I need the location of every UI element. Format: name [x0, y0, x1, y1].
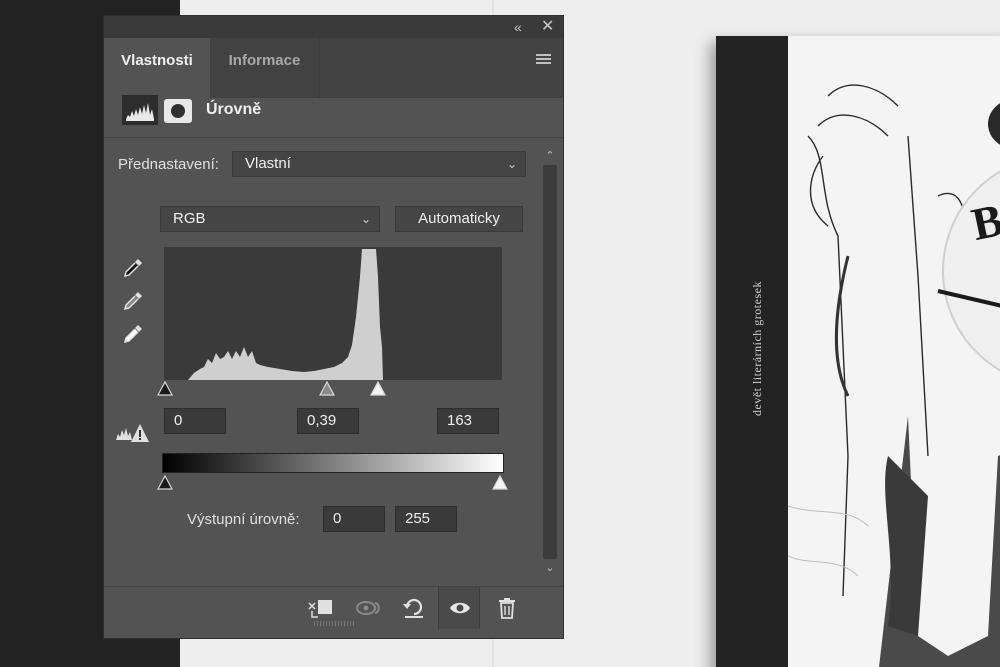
- panel-titlebar[interactable]: « ✕: [104, 16, 563, 38]
- book-cover-illustration: Bab ra: [788, 36, 1000, 667]
- histogram: [164, 247, 502, 380]
- input-black-field[interactable]: 0: [164, 408, 226, 434]
- levels-adjustment-icon[interactable]: [122, 95, 158, 125]
- white-point-eyedropper-icon[interactable]: [121, 322, 145, 346]
- scrollbar-track[interactable]: [543, 165, 557, 559]
- panel-scrollbar[interactable]: ⌃ ⌄: [540, 149, 560, 579]
- book: devět literárních grotesek Bab ra: [716, 36, 1000, 667]
- preset-dropdown[interactable]: Vlastní ⌄: [232, 151, 526, 177]
- black-point-eyedropper-icon[interactable]: [121, 256, 145, 280]
- output-gradient-bar: [162, 453, 504, 473]
- visibility-eye-icon[interactable]: [438, 587, 480, 629]
- layer-mask-icon[interactable]: [164, 99, 192, 123]
- adjustment-header: Úrovně: [104, 92, 563, 138]
- chevron-down-icon: ⌄: [360, 212, 371, 226]
- input-gamma-handle[interactable]: [318, 380, 336, 397]
- properties-panel: « ✕ Vlastnosti Informace Úrovně Přednast…: [103, 15, 564, 639]
- preset-label: Přednastavení:: [118, 156, 219, 173]
- book-spine: devět literárních grotesek: [716, 36, 788, 667]
- output-white-field[interactable]: 255: [395, 506, 457, 532]
- delete-icon[interactable]: [486, 587, 528, 629]
- tab-vlastnosti[interactable]: Vlastnosti: [104, 38, 210, 98]
- panel-tabs: Vlastnosti Informace: [104, 38, 563, 98]
- reset-icon[interactable]: [393, 587, 435, 629]
- collapse-panel-icon[interactable]: «: [514, 18, 522, 36]
- resize-grip[interactable]: [314, 621, 354, 626]
- close-panel-icon[interactable]: ✕: [541, 18, 554, 36]
- auto-button[interactable]: Automaticky: [395, 206, 523, 232]
- channel-value: RGB: [173, 210, 206, 227]
- panel-menu-icon[interactable]: [536, 54, 551, 66]
- gray-point-eyedropper-icon[interactable]: [121, 289, 145, 313]
- output-black-handle[interactable]: [156, 474, 174, 491]
- output-white-handle[interactable]: [491, 474, 509, 491]
- output-black-field[interactable]: 0: [323, 506, 385, 532]
- adjustment-title: Úrovně: [206, 101, 262, 118]
- book-spine-text: devět literárních grotesek: [750, 281, 764, 416]
- output-levels-label: Výstupní úrovně:: [187, 511, 300, 528]
- scroll-down-icon[interactable]: ⌄: [540, 561, 560, 574]
- panel-bottom-toolbar: [104, 586, 563, 629]
- clipping-warning-icon[interactable]: [114, 420, 150, 444]
- input-white-handle[interactable]: [369, 380, 387, 397]
- chevron-down-icon: ⌄: [506, 157, 517, 171]
- input-gamma-field[interactable]: 0,39: [297, 408, 359, 434]
- scroll-up-icon[interactable]: ⌃: [540, 149, 560, 162]
- input-white-field[interactable]: 163: [437, 408, 499, 434]
- channel-dropdown[interactable]: RGB ⌄: [160, 206, 380, 232]
- input-black-handle[interactable]: [156, 380, 174, 397]
- tab-informace[interactable]: Informace: [210, 38, 320, 98]
- preset-value: Vlastní: [245, 155, 291, 172]
